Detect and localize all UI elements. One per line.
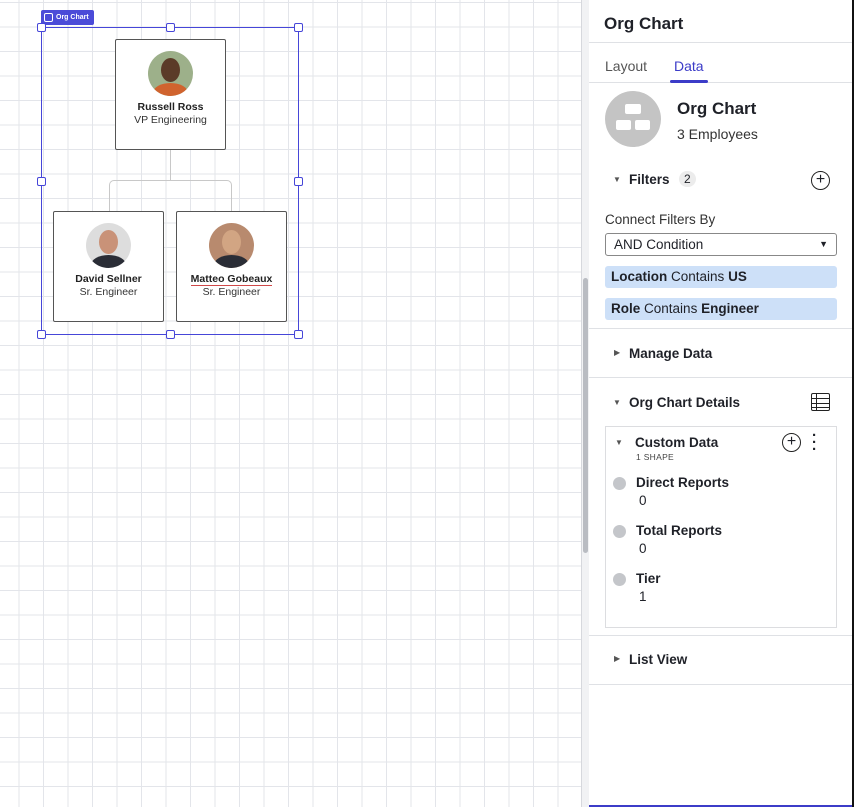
list-view-label[interactable]: List View (629, 652, 687, 667)
table-icon[interactable] (811, 393, 830, 411)
field-value: 0 (639, 493, 647, 508)
resize-handle[interactable] (294, 23, 303, 32)
org-node-matteo-gobeaux[interactable]: Matteo Gobeaux Sr. Engineer (176, 211, 287, 322)
tab-layout[interactable]: Layout (605, 58, 647, 74)
resize-handle[interactable] (294, 330, 303, 339)
node-name: Matteo Gobeaux (177, 273, 286, 286)
globe-icon (613, 525, 626, 538)
globe-icon (613, 477, 626, 490)
filter-chip[interactable]: Location Contains US (605, 266, 837, 288)
globe-icon (613, 573, 626, 586)
field-direct-reports[interactable]: Direct Reports 0 (613, 475, 730, 508)
node-name-text: David Sellner (75, 273, 142, 285)
avatar (86, 223, 131, 268)
manage-data-section[interactable]: ▶ Manage Data (589, 329, 852, 378)
database-icon (44, 13, 53, 22)
custom-data-subtitle: 1 SHAPE (636, 452, 675, 462)
add-filter-icon[interactable]: + (811, 171, 830, 190)
connect-filters-label: Connect Filters By (605, 212, 716, 227)
panel-title: Org Chart (589, 0, 852, 43)
select-value: AND Condition (614, 237, 704, 252)
avatar (148, 51, 193, 96)
resize-handle[interactable] (37, 177, 46, 186)
node-role: Sr. Engineer (79, 286, 138, 298)
more-options-icon[interactable]: · · · (812, 428, 817, 457)
filters-count-badge: 2 (679, 171, 696, 187)
connector (109, 180, 171, 212)
scrollbar-thumb[interactable] (583, 278, 588, 553)
add-field-icon[interactable]: + (782, 433, 801, 452)
expand-triangle-icon[interactable]: ▶ (614, 348, 620, 357)
filter-op: Contains (671, 269, 725, 284)
connect-filters-select[interactable]: AND Condition ▼ (605, 233, 837, 256)
field-tier[interactable]: Tier 1 (613, 571, 661, 604)
org-node-david-sellner[interactable]: David Sellner Sr. Engineer (53, 211, 164, 322)
right-panel: Org Chart Layout Data Org Chart 3 Employ… (589, 0, 852, 807)
resize-handle[interactable] (37, 330, 46, 339)
collapse-triangle-icon[interactable]: ▼ (613, 398, 621, 407)
field-label: Direct Reports (636, 475, 730, 490)
panel-tabs: Layout Data (589, 43, 852, 83)
org-chart-icon (605, 91, 661, 147)
field-value: 0 (639, 541, 647, 556)
org-chart-details-label[interactable]: Org Chart Details (629, 395, 740, 410)
filters-label[interactable]: Filters (629, 172, 670, 187)
dropdown-arrow-icon: ▼ (819, 239, 828, 249)
org-node-russell-ross[interactable]: Russell Ross VP Engineering (115, 39, 226, 150)
node-role: Sr. Engineer (202, 286, 261, 298)
list-view-section[interactable]: ▶ List View (589, 636, 852, 685)
collapse-triangle-icon[interactable]: ▼ (613, 175, 621, 184)
filter-value: US (728, 269, 747, 284)
node-name-text: Matteo Gobeaux (190, 273, 273, 286)
filter-op: Contains (644, 301, 698, 316)
custom-data-box: ▼ Custom Data 1 SHAPE + · · · Direct Repor… (605, 426, 837, 628)
tab-data[interactable]: Data (674, 58, 704, 74)
filter-value: Engineer (701, 301, 759, 316)
custom-data-title: Custom Data (635, 435, 719, 450)
org-chart-badge[interactable]: Org Chart (41, 10, 94, 25)
node-name: David Sellner (54, 273, 163, 285)
connector (170, 180, 232, 212)
data-summary-section: Org Chart 3 Employees ▼ Filters 2 + Conn… (589, 83, 852, 329)
window-edge (852, 0, 856, 807)
avatar (209, 223, 254, 268)
field-label: Tier (636, 571, 661, 586)
field-label: Total Reports (636, 523, 723, 538)
filter-field: Location (611, 269, 668, 284)
expand-triangle-icon[interactable]: ▶ (614, 654, 620, 663)
canvas[interactable]: Org Chart Russell Ross VP Engineering Da… (0, 0, 581, 807)
connector (170, 150, 171, 180)
node-role: VP Engineering (134, 114, 207, 126)
filter-chip[interactable]: Role Contains Engineer (605, 298, 837, 320)
node-name: Russell Ross (137, 101, 204, 113)
resize-handle[interactable] (166, 23, 175, 32)
summary-subtitle: 3 Employees (677, 126, 758, 142)
vertical-scrollbar[interactable] (581, 0, 589, 807)
field-value: 1 (639, 589, 647, 604)
summary-title: Org Chart (677, 99, 757, 118)
org-chart-details-section: ▼ Org Chart Details ▼ Custom Data 1 SHAP… (589, 378, 852, 636)
collapse-triangle-icon[interactable]: ▼ (615, 438, 623, 447)
resize-handle[interactable] (294, 177, 303, 186)
resize-handle[interactable] (166, 330, 175, 339)
filter-field: Role (611, 301, 641, 316)
field-total-reports[interactable]: Total Reports 0 (613, 523, 723, 556)
badge-label: Org Chart (56, 14, 89, 21)
manage-data-label[interactable]: Manage Data (629, 346, 712, 361)
resize-handle[interactable] (37, 23, 46, 32)
